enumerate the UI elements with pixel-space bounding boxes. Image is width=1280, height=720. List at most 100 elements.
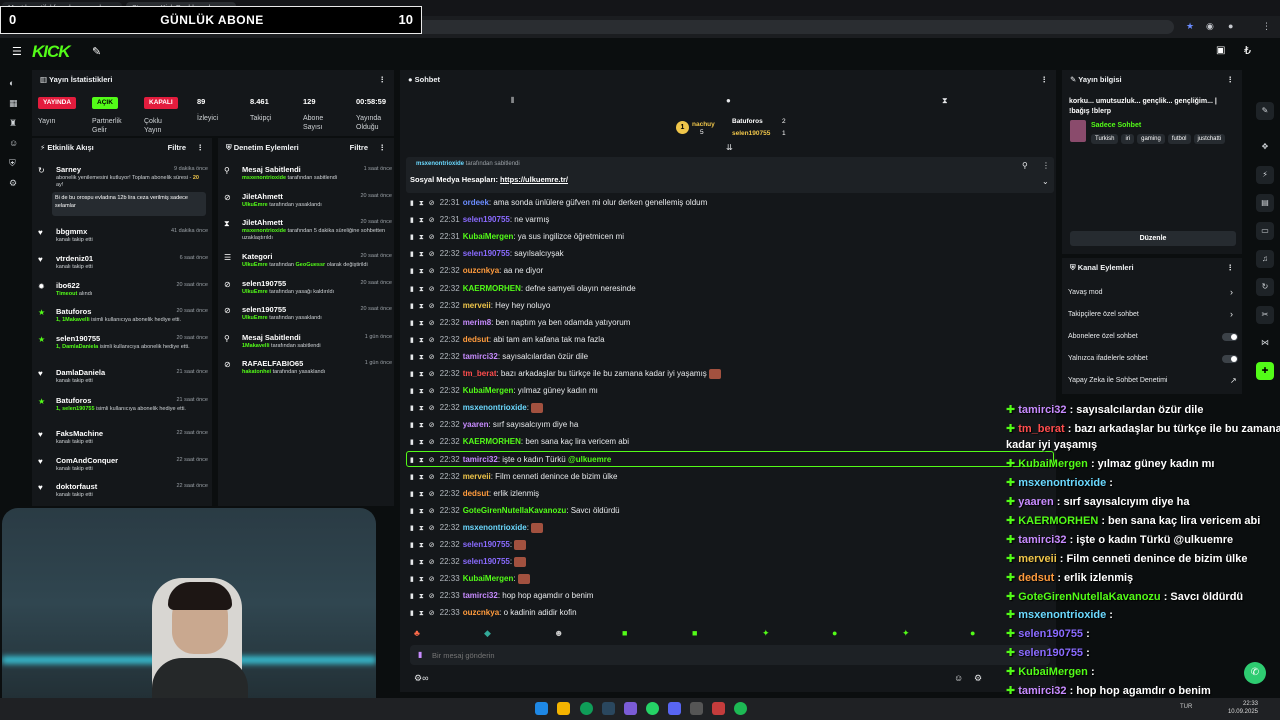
message-user[interactable]: merim8: [463, 318, 491, 327]
delete-message-icon[interactable]: ▮: [410, 320, 414, 327]
chat-message[interactable]: ▮ ⧗ ⊘ 22:32 ouzcnkya: aa ne diyor: [410, 266, 543, 276]
obs-icon[interactable]: [624, 702, 637, 715]
timeout-icon[interactable]: ⧗: [419, 388, 424, 395]
message-user[interactable]: GoteGirenNutellaKavanozu: [463, 506, 567, 515]
chat-message[interactable]: ▮ ⧗ ⊘ 22:31 ordeek: ama sonda ünlülere güfve…: [410, 198, 707, 208]
message-user[interactable]: msxenontrioxide: [463, 523, 527, 532]
timeout-icon[interactable]: ⧗: [419, 542, 424, 549]
message-user[interactable]: KAERMORHEN: [463, 284, 521, 293]
delete-message-icon[interactable]: ▮: [410, 303, 414, 310]
chat-message[interactable]: ▮ ⧗ ⊘ 22:32 merveii: Hey hey noluyo: [410, 301, 550, 311]
ban-icon[interactable]: ⊘: [429, 251, 435, 258]
settings-icon[interactable]: ⚙: [9, 178, 17, 189]
mod-actor[interactable]: UlkuEmre: [242, 315, 268, 321]
ban-icon[interactable]: ⊘: [429, 200, 435, 207]
flash-icon[interactable]: ⚡: [1256, 166, 1274, 184]
activity-menu-icon[interactable]: ⋮: [197, 143, 205, 152]
timeout-icon[interactable]: ⧗: [419, 286, 424, 293]
message-user[interactable]: selen190755: [463, 249, 510, 258]
timeout-icon[interactable]: ⧗: [419, 439, 424, 446]
bookmark-star-icon[interactable]: ★: [1186, 21, 1194, 32]
timeout-icon[interactable]: ⧗: [419, 200, 424, 207]
steam-icon[interactable]: [602, 702, 615, 715]
kick-logo[interactable]: KICK: [32, 42, 71, 62]
tools-icon[interactable]: ✎: [92, 45, 101, 58]
chat-message[interactable]: ▮ ⧗ ⊘ 22:32 selen190755:: [410, 540, 527, 550]
ban-icon[interactable]: ⊘: [429, 234, 435, 241]
message-user[interactable]: merveii: [463, 301, 491, 310]
clock-date[interactable]: 10.09.2025: [1212, 709, 1258, 715]
ban-icon[interactable]: ⊘: [429, 268, 435, 275]
chevron-right-icon[interactable]: ›: [1230, 287, 1233, 297]
pinned-link[interactable]: https://ulkuemre.tr/: [500, 175, 568, 184]
timer-icon[interactable]: ⧗: [942, 96, 948, 106]
timeout-icon[interactable]: ⧗: [419, 525, 424, 532]
timeout-icon[interactable]: ⧗: [419, 217, 424, 224]
activity-filter-button[interactable]: Filtre: [168, 143, 186, 152]
users-icon[interactable]: ☺: [9, 138, 18, 148]
currency-icon[interactable]: ₺: [1244, 44, 1251, 57]
timeout-icon[interactable]: ⧗: [419, 508, 424, 515]
pinned-expand-icon[interactable]: ⌄: [1042, 177, 1049, 186]
redo-icon[interactable]: ↻: [1256, 278, 1274, 296]
timeout-icon[interactable]: ⧗: [419, 251, 424, 258]
message-user[interactable]: tamirci32: [463, 352, 498, 361]
stats-menu-icon[interactable]: ⋮: [379, 75, 387, 84]
ban-icon[interactable]: ⊘: [429, 371, 435, 378]
delete-message-icon[interactable]: ▮: [410, 593, 414, 600]
timeout-icon[interactable]: ⧗: [419, 576, 424, 583]
timeout-icon[interactable]: ⧗: [419, 610, 424, 617]
delete-message-icon[interactable]: ▮: [410, 508, 414, 515]
ban-icon[interactable]: ⊘: [429, 217, 435, 224]
clip-icon[interactable]: ▤: [1256, 194, 1274, 212]
delete-message-icon[interactable]: ▮: [410, 491, 414, 498]
tag[interactable]: iri: [1121, 134, 1135, 144]
ai-moderation-setting[interactable]: Yapay Zeka ile Sohbet Denetimi: [1068, 377, 1167, 384]
timeout-icon[interactable]: ⧗: [419, 354, 424, 361]
ban-icon[interactable]: ⊘: [429, 559, 435, 566]
ban-icon[interactable]: ⊘: [429, 405, 435, 412]
message-user[interactable]: merveii: [463, 472, 491, 481]
emote-icon[interactable]: ■: [622, 628, 627, 638]
timeout-icon[interactable]: ⧗: [419, 405, 424, 412]
stream-icon[interactable]: ◐: [9, 78, 14, 88]
delete-message-icon[interactable]: ▮: [410, 474, 414, 481]
chat-message[interactable]: ▮ ⧗ ⊘ 22:31 KubaiMergen: ya sus ingilizce öğ…: [410, 232, 624, 242]
delete-message-icon[interactable]: ▮: [410, 337, 414, 344]
message-user[interactable]: ordeek: [463, 198, 489, 207]
shield-icon[interactable]: ⛨: [9, 158, 16, 169]
emote-only-setting[interactable]: Yalnızca ifadelerle sohbet: [1068, 355, 1148, 362]
ban-icon[interactable]: ⊘: [429, 457, 435, 464]
file-explorer-icon[interactable]: [557, 702, 570, 715]
mod-actor[interactable]: msxenontrioxide: [242, 228, 286, 234]
ban-icon[interactable]: ⊘: [429, 439, 435, 446]
delete-message-icon[interactable]: ▮: [410, 388, 414, 395]
message-mention[interactable]: @ulkuemre: [568, 455, 611, 464]
mod-actor[interactable]: UlkuEmre: [242, 262, 268, 268]
chat-message[interactable]: ▮ ⧗ ⊘ 22:32 tamirci32: sayısalcılardan özür …: [410, 352, 588, 362]
top-chatter-3-name[interactable]: selen190755: [732, 130, 770, 137]
chat-message[interactable]: ▮ ⧗ ⊘ 22:32 KAERMORHEN: defne samyeli olayın…: [410, 284, 636, 294]
top-chatter-2-name[interactable]: Batuforos: [732, 118, 763, 125]
delete-message-icon[interactable]: ▮: [410, 576, 414, 583]
hamburger-icon[interactable]: ☰: [12, 45, 22, 58]
emote-icon[interactable]: ☻: [554, 628, 563, 638]
emote-icon[interactable]: ♣: [414, 628, 420, 638]
message-user[interactable]: ouzcnkya: [463, 266, 499, 275]
whatsapp-icon[interactable]: [646, 702, 659, 715]
delete-message-icon[interactable]: ▮: [410, 354, 414, 361]
message-user[interactable]: KubaiMergen: [463, 232, 514, 241]
chat-message[interactable]: ▮ ⧗ ⊘ 22:32 dedsut: abi tam am kafana tak ma…: [410, 335, 605, 345]
message-user[interactable]: ouzcnkya: [463, 608, 499, 617]
message-user[interactable]: KubaiMergen: [463, 574, 514, 583]
clock-time[interactable]: 22:33: [1228, 701, 1258, 707]
timeout-icon[interactable]: ⧗: [419, 303, 424, 310]
scroll-down-icon[interactable]: ⇊: [726, 143, 733, 152]
chat-message[interactable]: ▮ ⧗ ⊘ 22:33 KubaiMergen:: [410, 574, 530, 585]
emote-icon[interactable]: ◆: [484, 628, 491, 639]
app-icon[interactable]: [712, 702, 725, 715]
delete-message-icon[interactable]: ▮: [410, 371, 414, 378]
emote-icon[interactable]: ■: [692, 628, 697, 638]
message-user[interactable]: tamirci32: [463, 455, 498, 464]
delete-message-icon[interactable]: ▮: [410, 251, 414, 258]
